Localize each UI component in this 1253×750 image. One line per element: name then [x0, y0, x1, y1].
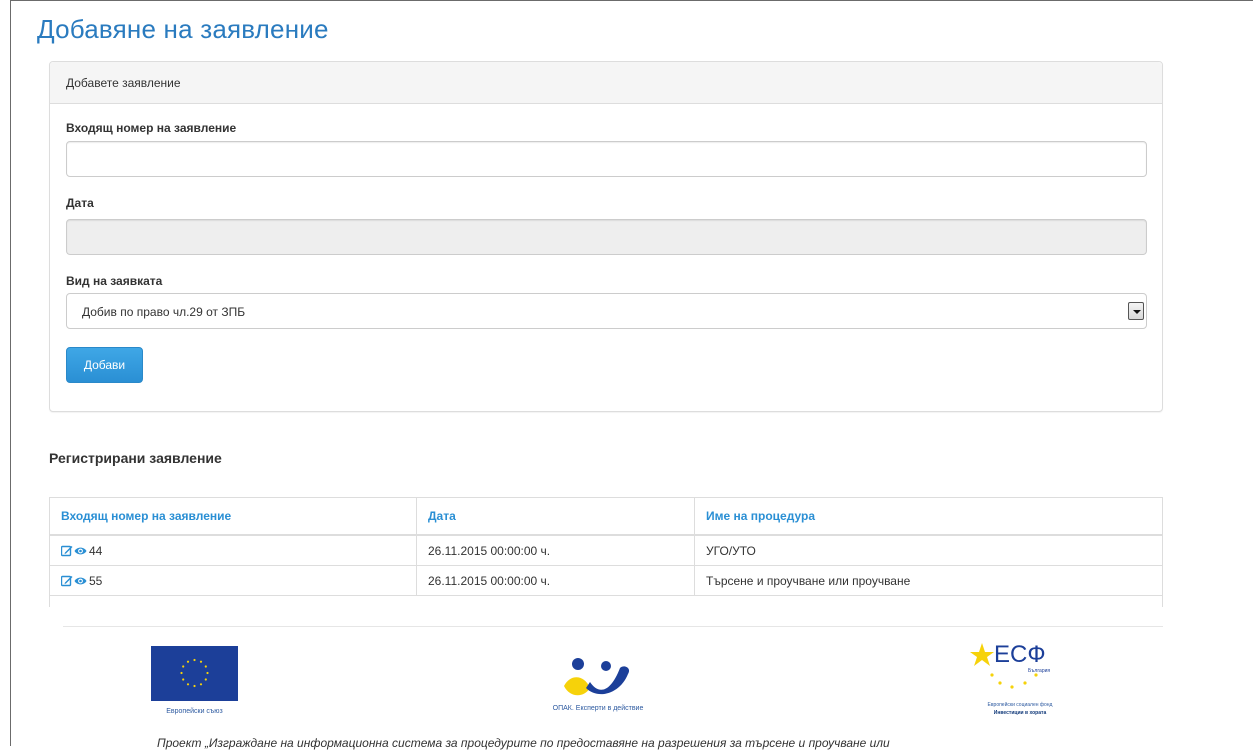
cell-number: 55: [50, 565, 417, 596]
table-header-row: Входящ номер на заявление Дата Име на пр…: [50, 498, 1162, 536]
column-header-incoming-number[interactable]: Входящ номер на заявление: [50, 498, 417, 536]
add-button[interactable]: Добави: [66, 347, 143, 383]
esf-logo: ЕСФ България: [970, 639, 1070, 699]
registered-requests-title: Регистрирани заявление: [49, 450, 222, 466]
incoming-number-label: Входящ номер на заявление: [66, 121, 237, 135]
incoming-number-input[interactable]: [66, 141, 1147, 177]
column-header-procedure[interactable]: Име на процедура: [694, 498, 1162, 536]
panel-heading: Добавете заявление: [50, 62, 1162, 104]
esf-mark: ЕСФ: [994, 641, 1046, 668]
edit-icon[interactable]: [61, 575, 73, 587]
request-type-select[interactable]: Добив по право чл.29 от ЗПБ: [66, 293, 1147, 329]
edit-icon[interactable]: [61, 545, 73, 557]
view-eye-icon[interactable]: [74, 575, 87, 587]
request-number: 44: [89, 543, 103, 558]
row-actions: [61, 545, 87, 557]
window-border-left: [10, 0, 11, 746]
cell-number: 44: [50, 535, 417, 566]
window-border-top: [10, 0, 1253, 1]
request-type-selected-value: Добив по право чл.29 от ЗПБ: [82, 305, 246, 319]
request-type-label: Вид на заявката: [66, 274, 163, 288]
opak-logo: [564, 658, 630, 696]
table-row: 55 26.11.2015 00:00:00 ч. Търсене и проу…: [50, 565, 1162, 596]
add-request-panel: Добавете заявление Входящ номер на заявл…: [49, 61, 1163, 412]
cell-procedure: УГО/УТО: [694, 535, 1162, 566]
eu-flag-logo: [151, 646, 238, 701]
project-description: Проект „Изграждане на информационна сист…: [157, 736, 890, 750]
cell-date: 26.11.2015 00:00:00 ч.: [416, 535, 695, 566]
cell-date: 26.11.2015 00:00:00 ч.: [416, 565, 695, 596]
esf-slogan: Инвестиции в хората: [993, 710, 1047, 716]
opak-caption: ОПАК. Експерти в действие: [552, 705, 644, 712]
view-eye-icon[interactable]: [74, 545, 87, 557]
dropdown-arrow-icon[interactable]: [1128, 302, 1144, 320]
page-title: Добавяне на заявление: [37, 14, 329, 44]
table-row: 44 26.11.2015 00:00:00 ч. УГО/УТО: [50, 535, 1162, 566]
request-number: 55: [89, 573, 103, 588]
cell-procedure: Търсене и проучване или проучване: [694, 565, 1162, 596]
eu-caption: Европейски съюз: [166, 708, 223, 715]
footer-divider: [63, 626, 1163, 627]
esf-caption: Европейски социален фонд: [987, 702, 1053, 708]
date-input[interactable]: [66, 219, 1147, 255]
column-header-date[interactable]: Дата: [416, 498, 695, 536]
date-label: Дата: [66, 196, 94, 210]
row-actions: [61, 575, 87, 587]
registered-requests-table: Входящ номер на заявление Дата Име на пр…: [49, 497, 1163, 607]
esf-country: България: [1028, 668, 1051, 674]
